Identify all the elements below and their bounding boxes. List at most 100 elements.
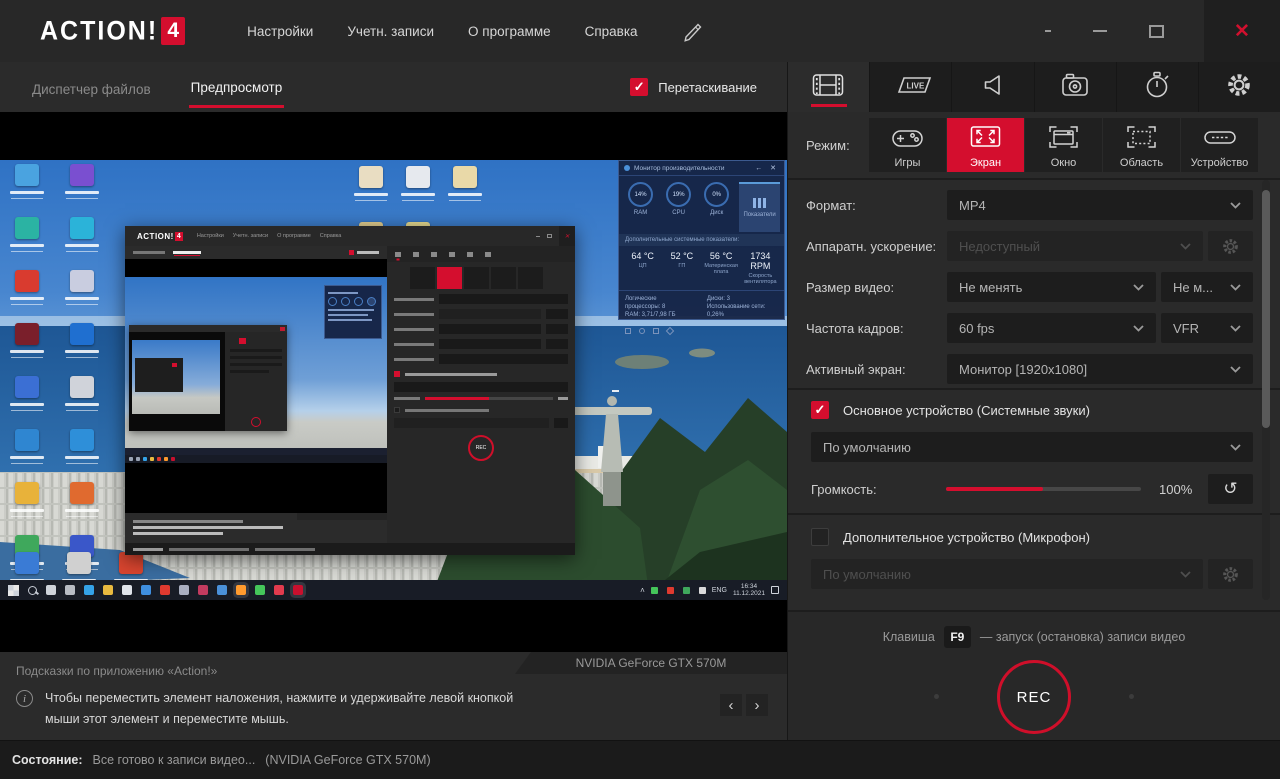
nested-titlebar: ACTION! 4 Настройки Учетн. записи О прог… bbox=[125, 226, 575, 246]
microphone-checkbox[interactable] bbox=[811, 528, 829, 546]
desktop-icon bbox=[348, 166, 394, 214]
nested-taskbar bbox=[125, 455, 387, 463]
format-select[interactable]: MP4 bbox=[947, 190, 1253, 220]
video-capture-icon bbox=[812, 72, 845, 103]
timer-icon bbox=[1144, 71, 1171, 104]
chevron-down-icon bbox=[1180, 570, 1191, 578]
menu-help[interactable]: Справка bbox=[585, 24, 638, 39]
main-menu: Настройки Учетн. записи О программе Спра… bbox=[247, 24, 637, 39]
status-gpu: (NVIDIA GeForce GTX 570M) bbox=[265, 753, 431, 767]
taskbar-tray: ˄ ENG 16:34 11.12.2021 bbox=[640, 583, 779, 597]
statusbar: Состояние: Все готово к записи видео... … bbox=[0, 740, 1280, 779]
close-button[interactable]: ✕ bbox=[1204, 0, 1280, 62]
collapse-to-tray-button[interactable] bbox=[1045, 30, 1051, 32]
system-audio-checkbox[interactable]: ✓ bbox=[811, 401, 829, 419]
status-label: Состояние: bbox=[12, 753, 83, 767]
microphone-checkbox-row: Дополнительное устройство (Микрофон) bbox=[788, 517, 1280, 547]
action-app-window: ACTION! 4 Настройки Учетн. записи О прог… bbox=[0, 0, 1280, 779]
tip-next-button[interactable]: › bbox=[746, 694, 768, 716]
video-size-extra-select[interactable]: Не м... bbox=[1161, 272, 1253, 302]
microphone-section: Дополнительное устройство (Микрофон) По … bbox=[788, 515, 1280, 610]
taskbar-icon bbox=[160, 585, 170, 595]
menu-about[interactable]: О программе bbox=[468, 24, 551, 39]
taskbar-icon bbox=[274, 585, 284, 595]
tab-file-manager[interactable]: Диспетчер файлов bbox=[30, 68, 153, 107]
panel-scrollbar-thumb[interactable] bbox=[1262, 190, 1270, 428]
hwaccel-gear-button bbox=[1208, 231, 1253, 261]
taskbar-icon bbox=[666, 586, 674, 594]
nested-tabs bbox=[125, 246, 387, 259]
taskbar-icon bbox=[682, 586, 690, 594]
mode-screen-button[interactable]: Экран bbox=[947, 118, 1024, 172]
app-logo: ACTION! 4 bbox=[40, 15, 186, 46]
mode-device-button[interactable]: Устройство bbox=[1181, 118, 1258, 172]
camera-icon bbox=[1060, 71, 1090, 104]
video-size-select[interactable]: Не менять bbox=[947, 272, 1156, 302]
nested-right-panel: REC bbox=[387, 246, 575, 543]
volume-label: Громкость: bbox=[811, 481, 877, 497]
mode-region-button[interactable]: Область bbox=[1103, 118, 1180, 172]
pmon-logo-icon bbox=[624, 165, 630, 171]
active-screen-select[interactable]: Монитор [1920x1080] bbox=[947, 354, 1253, 384]
desktop-icon bbox=[4, 270, 50, 318]
desktop-icon bbox=[4, 217, 50, 265]
bar-chart-icon bbox=[753, 198, 767, 208]
framerate-mode-select[interactable]: VFR bbox=[1161, 313, 1253, 343]
nested-left-panel bbox=[125, 246, 387, 543]
desktop-icon bbox=[4, 376, 50, 424]
taskbar-icon bbox=[650, 586, 658, 594]
desktop-icon bbox=[59, 323, 105, 371]
preview-viewport[interactable]: ACTION! 4 Настройки Учетн. записи О прог… bbox=[0, 112, 787, 652]
nested-action-window: ACTION! 4 Настройки Учетн. записи О прог… bbox=[125, 226, 575, 555]
hotkey-keycap: F9 bbox=[943, 626, 971, 648]
volume-reset-button[interactable]: ↺ bbox=[1208, 474, 1253, 504]
tips-header: Подсказки по приложению «Action!» bbox=[16, 664, 218, 678]
drag-checkbox[interactable]: ✓ bbox=[630, 78, 649, 96]
pen-tool-icon[interactable] bbox=[680, 16, 706, 47]
drag-checkbox-group[interactable]: ✓ Перетаскивание bbox=[630, 78, 757, 96]
volume-slider[interactable] bbox=[946, 487, 1141, 491]
desktop-icon bbox=[59, 429, 105, 477]
minimize-button[interactable] bbox=[1093, 30, 1107, 32]
tab-screenshots[interactable] bbox=[1034, 62, 1117, 112]
tab-live-streaming[interactable]: LIVE bbox=[870, 62, 953, 112]
pmon-rings: 14% RAM 19% CPU 0% Диск Показатели bbox=[619, 176, 784, 234]
taskbar-icon bbox=[65, 585, 75, 595]
hotkey-suffix: — запуск (остановка) записи видео bbox=[979, 630, 1186, 644]
tab-audio-recording[interactable] bbox=[952, 62, 1035, 112]
format-label: Формат: bbox=[806, 197, 856, 213]
nested-menu-item: О программе bbox=[277, 233, 311, 239]
tab-video-capture[interactable] bbox=[788, 62, 871, 112]
nested-tips bbox=[125, 513, 387, 543]
taskbar-icon bbox=[103, 585, 113, 595]
nested-level3-window bbox=[135, 358, 183, 392]
active-screen-row: Активный экран: Монитор [1920x1080] bbox=[806, 354, 1253, 384]
window-icon bbox=[1047, 123, 1080, 156]
hwaccel-row: Аппаратн. ускорение: Недоступный bbox=[806, 231, 1253, 261]
chevron-down-icon bbox=[1230, 443, 1241, 451]
nested-scene bbox=[125, 277, 387, 463]
drag-checkbox-label: Перетаскивание bbox=[658, 79, 757, 95]
rec-button[interactable]: REC bbox=[997, 660, 1071, 734]
desktop-icon bbox=[442, 166, 488, 214]
tab-preview[interactable]: Предпросмотр bbox=[188, 66, 285, 108]
mode-window-button[interactable]: Окно bbox=[1025, 118, 1102, 172]
feature-tabs: LIVE bbox=[788, 62, 1280, 112]
system-audio-section: ✓ Основное устройство (Системные звуки) … bbox=[788, 390, 1280, 513]
maximize-button[interactable] bbox=[1149, 24, 1164, 38]
framerate-select[interactable]: 60 fps bbox=[947, 313, 1156, 343]
format-row: Формат: MP4 bbox=[806, 190, 1253, 220]
nested-menu-item: Настройки bbox=[196, 233, 224, 239]
video-settings-section: Формат: MP4 Аппаратн. ускорение: Недосту… bbox=[788, 180, 1280, 388]
tab-settings[interactable] bbox=[1198, 62, 1280, 112]
tip-prev-button[interactable]: ‹ bbox=[720, 694, 742, 716]
menu-accounts[interactable]: Учетн. записи bbox=[347, 24, 434, 39]
cpu-ring: 19% bbox=[666, 182, 692, 207]
notification-center-icon bbox=[771, 586, 779, 594]
tab-time-shift[interactable] bbox=[1116, 62, 1199, 112]
system-audio-device-select[interactable]: По умолчанию bbox=[811, 432, 1253, 462]
menu-settings[interactable]: Настройки bbox=[247, 24, 313, 39]
taskbar-icon bbox=[217, 585, 227, 595]
mode-games-button[interactable]: Игры bbox=[869, 118, 946, 172]
microphone-device-select: По умолчанию bbox=[811, 559, 1203, 589]
